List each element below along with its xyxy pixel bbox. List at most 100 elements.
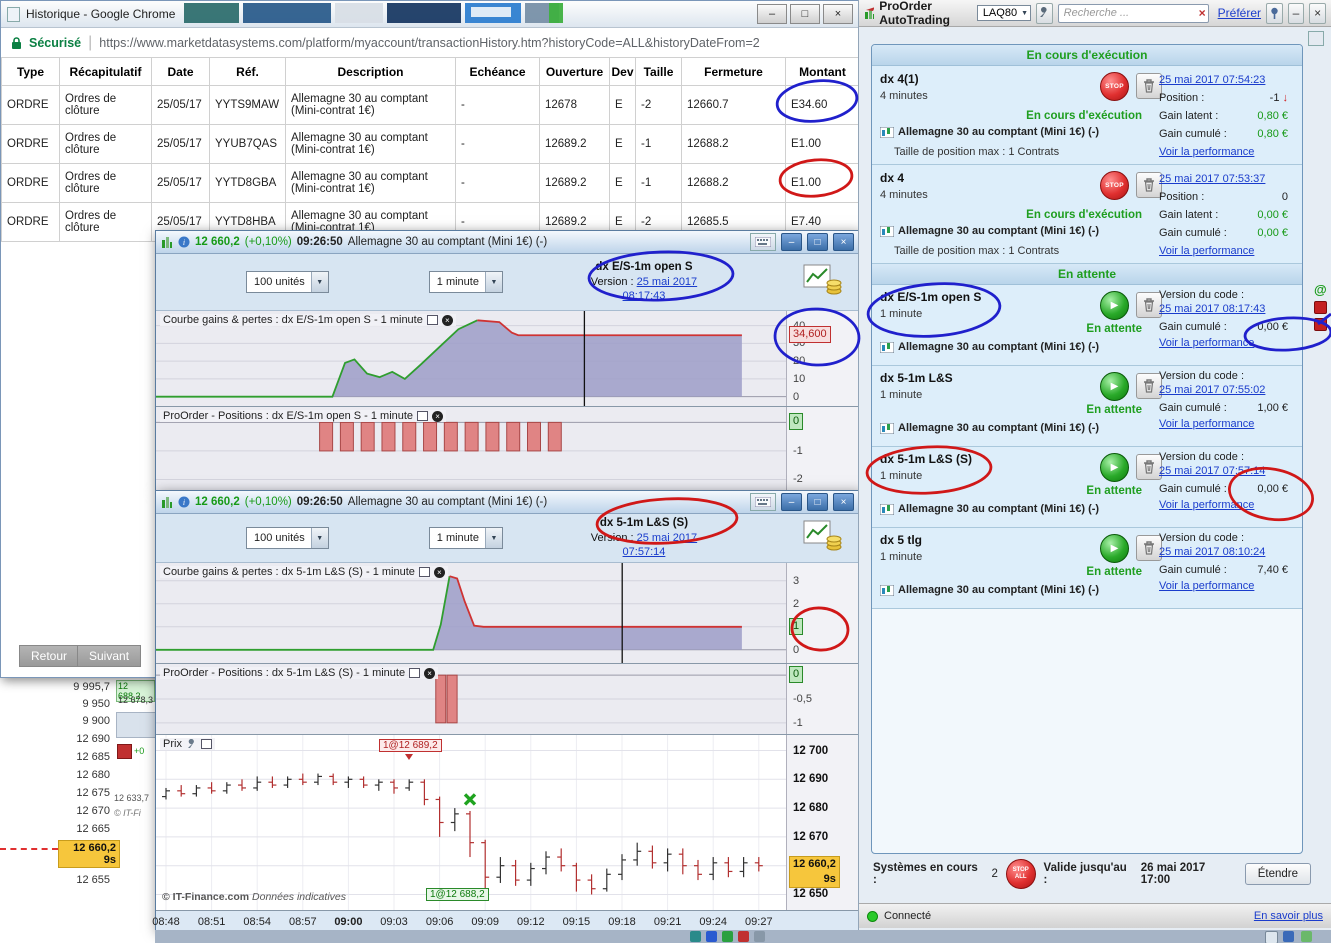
detach-icon[interactable]	[417, 411, 429, 421]
start-button[interactable]: ▶	[1100, 291, 1129, 320]
next-button[interactable]: Suivant	[77, 645, 142, 667]
gains-pane-1[interactable]: 40302010034,600 Courbe gains & pertes : …	[156, 311, 859, 407]
minimize-button[interactable]: –	[757, 4, 787, 24]
close-button[interactable]: ×	[823, 4, 853, 24]
chart-window-2-titlebar[interactable]: i 12 660,2 (+0,10%) 09:26:50 Allemagne 3…	[156, 491, 859, 514]
close-pane-icon[interactable]: ×	[441, 314, 453, 326]
version-date-link[interactable]: 25 mai 2017 07:55:02	[1159, 384, 1265, 396]
wrench-icon[interactable]	[1036, 2, 1053, 24]
close-pane-icon[interactable]: ×	[424, 667, 436, 679]
system-duration: 4 minutes	[880, 189, 928, 201]
detach-icon[interactable]	[409, 668, 421, 678]
units-dropdown[interactable]: 100 unités ▼	[246, 527, 329, 549]
start-button[interactable]: ▶	[1100, 534, 1129, 563]
maximize-button[interactable]: □	[807, 233, 828, 251]
taskbar-icon[interactable]	[722, 931, 733, 942]
maximize-button[interactable]: □	[807, 493, 828, 511]
panel-titlebar[interactable]: ProOrder AutoTrading LAQ80▼ × Préférer –…	[859, 0, 1331, 27]
taskbar-icon[interactable]	[1265, 931, 1278, 943]
stop-button[interactable]: STOP	[1100, 171, 1129, 200]
minimize-button[interactable]: –	[781, 233, 802, 251]
keyboard-icon[interactable]	[750, 493, 776, 511]
cell-type: ORDRE	[1, 202, 60, 242]
gains-pane-2[interactable]: 32101 Courbe gains & pertes : dx 5-1m L&…	[156, 563, 859, 664]
search-input[interactable]	[1057, 3, 1209, 23]
pin-icon[interactable]	[1266, 2, 1283, 24]
version-date-link[interactable]: 25 mai 2017 08:17:43	[1159, 303, 1265, 315]
start-date-link[interactable]: 25 mai 2017 07:53:37	[1159, 173, 1265, 185]
y-axis: 40302010034,600	[786, 311, 859, 406]
close-button[interactable]: ×	[833, 493, 854, 511]
units-dropdown[interactable]: 100 unités ▼	[246, 271, 329, 293]
timeframe-dropdown[interactable]: 1 minute ▼	[428, 271, 503, 293]
timeframe-dropdown[interactable]: 1 minute ▼	[428, 527, 503, 549]
stop-button[interactable]: STOP	[1100, 72, 1129, 101]
time-tick: 09:09	[471, 916, 499, 928]
performance-link[interactable]: Voir la performance	[1159, 418, 1254, 430]
panel-title: ProOrder AutoTrading	[879, 0, 950, 27]
version-date-link[interactable]: 25 mai 2017 07:57:14	[1159, 465, 1265, 477]
learn-more-link[interactable]: En savoir plus	[1254, 910, 1323, 922]
time-tick: 09:27	[745, 916, 773, 928]
chart-window-1-titlebar[interactable]: i 12 660,2 (+0,10%) 09:26:50 Allemagne 3…	[156, 231, 859, 254]
extend-button[interactable]: Étendre	[1244, 863, 1311, 885]
version-date-link[interactable]: 25 mai 2017 08:17:43	[623, 276, 698, 302]
stop-all-button[interactable]: STOP ALL	[1005, 859, 1036, 889]
performance-report-icon[interactable]	[803, 520, 843, 557]
detach-icon[interactable]	[200, 739, 212, 749]
browser-titlebar[interactable]: Historique - Google Chrome – □ ×	[1, 1, 859, 28]
taskbar-icon[interactable]	[1283, 931, 1294, 942]
performance-report-icon[interactable]	[803, 264, 843, 301]
back-button[interactable]: Retour	[19, 645, 80, 667]
gain-cumule-label: Gain cumulé :	[1159, 483, 1227, 495]
account-dropdown[interactable]: LAQ80 ▼	[976, 5, 1031, 21]
minimize-button[interactable]: –	[781, 493, 802, 511]
performance-link[interactable]: Voir la performance	[1159, 146, 1254, 158]
start-button[interactable]: ▶	[1100, 453, 1129, 482]
system-block[interactable]: dx 4 4 minutes STOP 25 mai 2017 07:53:37…	[872, 165, 1302, 264]
info-icon[interactable]: i	[178, 496, 190, 508]
taskbar-icon[interactable]	[738, 931, 749, 942]
taskbar-icon[interactable]	[706, 931, 717, 942]
positions-pane-2[interactable]: 0-0,5-10 ProOrder - Positions : dx 5-1m …	[156, 664, 859, 735]
cell-date: 25/05/17	[151, 85, 210, 125]
performance-link[interactable]: Voir la performance	[1159, 580, 1254, 592]
performance-link[interactable]: Voir la performance	[1159, 337, 1254, 349]
taskbar-icon[interactable]	[754, 931, 765, 942]
info-icon[interactable]: i	[178, 236, 190, 248]
taskbar-icon[interactable]	[690, 931, 701, 942]
positions-pane-1[interactable]: 0-1-20 ProOrder - Positions : dx E/S-1m …	[156, 407, 859, 492]
version-date-link[interactable]: 25 mai 2017 07:57:14	[623, 532, 698, 558]
prefer-link[interactable]: Préférer	[1218, 6, 1261, 20]
price-pane[interactable]: 12 700 12 690 12 680 12 670 12 650 12 660,2 9s…	[156, 735, 859, 911]
system-block[interactable]: dx 5-1m L&S 1 minute ▶ Version du code :…	[872, 366, 1302, 447]
maximize-button[interactable]: □	[790, 4, 820, 24]
version-label: Version du code :	[1159, 451, 1245, 463]
system-name: dx E/S-1m open S	[595, 261, 693, 274]
svg-text:i: i	[183, 498, 185, 507]
detach-icon[interactable]	[426, 315, 438, 325]
clear-search-icon[interactable]: ×	[1199, 6, 1206, 20]
address-bar[interactable]: Sécurisé | https://www.marketdatasystems…	[1, 28, 859, 59]
close-pane-icon[interactable]: ×	[432, 410, 444, 422]
system-block[interactable]: dx 4(1) 4 minutes STOP 25 mai 2017 07:54…	[872, 66, 1302, 165]
close-button[interactable]: ×	[833, 233, 854, 251]
close-pane-icon[interactable]: ×	[433, 566, 445, 578]
wrench-icon[interactable]	[186, 738, 197, 750]
system-name: dx 5 tlg	[880, 533, 923, 547]
panel-minimize-icon[interactable]: –	[1287, 2, 1305, 24]
system-block[interactable]: dx 5-1m L&S (S) 1 minute ▶ Version du co…	[872, 447, 1302, 528]
performance-link[interactable]: Voir la performance	[1159, 499, 1254, 511]
panel-close-icon[interactable]: ×	[1309, 2, 1326, 24]
system-block[interactable]: dx 5 tlg 1 minute ▶ Version du code : 25…	[872, 528, 1302, 609]
start-button[interactable]: ▶	[1100, 372, 1129, 401]
performance-link[interactable]: Voir la performance	[1159, 245, 1254, 257]
version-date-link[interactable]: 25 mai 2017 08:10:24	[1159, 546, 1265, 558]
instrument-icon	[880, 126, 894, 138]
detach-icon[interactable]	[418, 567, 430, 577]
system-block[interactable]: dx E/S-1m open S 1 minute ▶ Version du c…	[872, 285, 1302, 366]
chart-icon	[162, 236, 172, 248]
keyboard-icon[interactable]	[750, 233, 776, 251]
taskbar-icon[interactable]	[1301, 931, 1312, 942]
start-date-link[interactable]: 25 mai 2017 07:54:23	[1159, 74, 1265, 86]
